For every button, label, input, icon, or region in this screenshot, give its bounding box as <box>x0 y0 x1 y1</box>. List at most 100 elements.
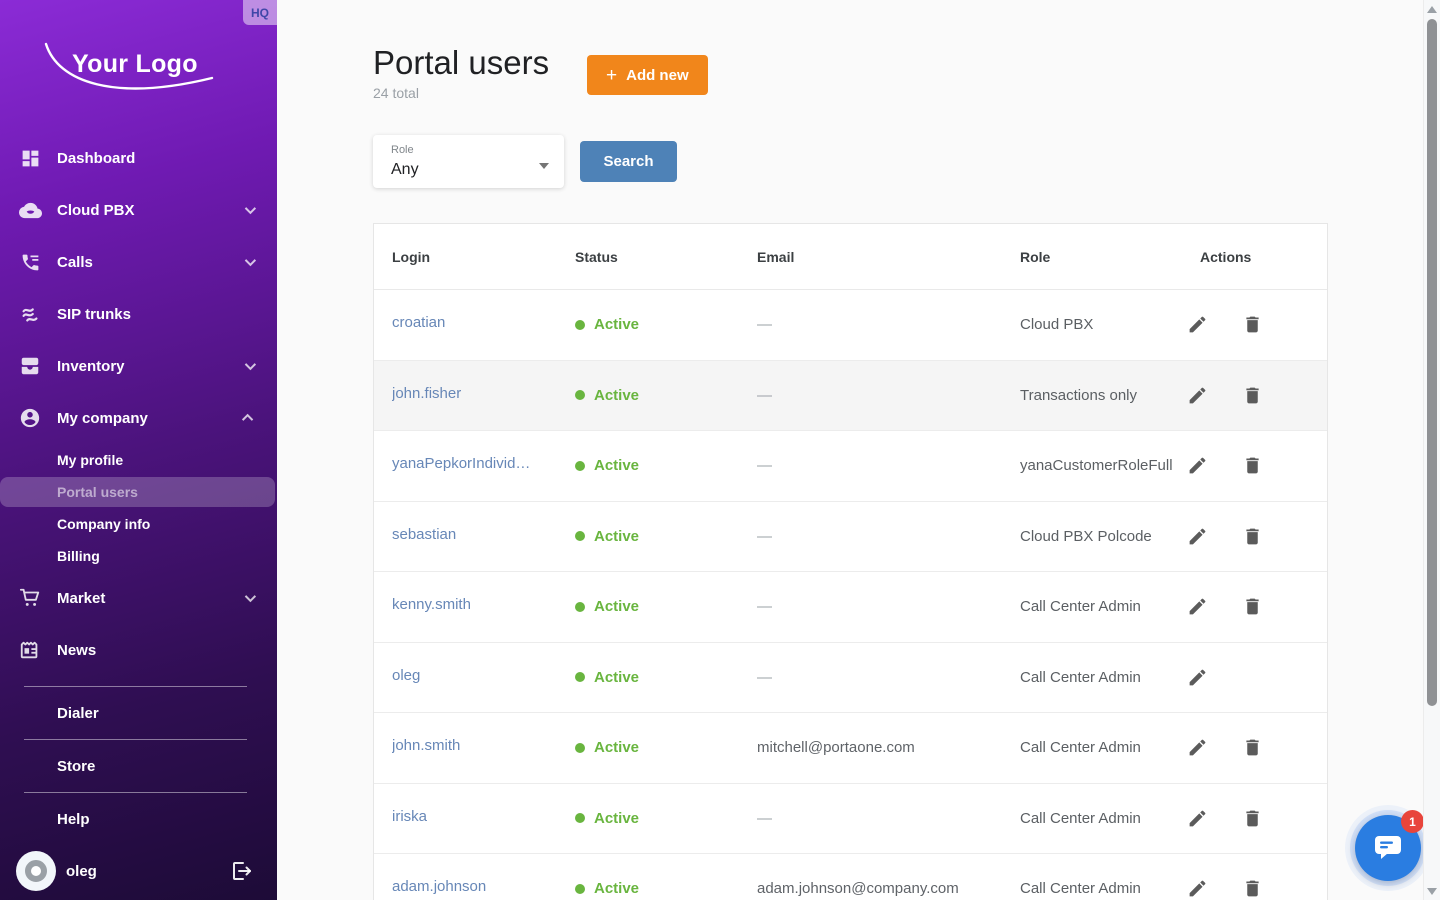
edit-button[interactable] <box>1182 380 1212 410</box>
delete-button[interactable] <box>1237 733 1267 763</box>
edit-button[interactable] <box>1182 451 1212 481</box>
sidebar-item-inventory[interactable]: Inventory <box>0 340 277 392</box>
sidebar-item-company-info[interactable]: Company info <box>0 508 277 540</box>
delete-button[interactable] <box>1237 521 1267 551</box>
login-link[interactable]: john.smith <box>392 737 460 754</box>
edit-icon <box>1187 385 1208 406</box>
scrollbar-thumb[interactable] <box>1427 19 1437 706</box>
sidebar-item-portal-users[interactable]: Portal users <box>0 476 277 508</box>
sidebar-item-market[interactable]: Market <box>0 572 277 624</box>
delete-button[interactable] <box>1237 310 1267 340</box>
sip-trunks-icon <box>18 302 42 326</box>
actions-cell <box>1182 592 1327 622</box>
chevron-down-icon <box>245 359 256 370</box>
login-link[interactable]: oleg <box>392 667 420 684</box>
login-link[interactable]: yanaPepkorIndivid… <box>392 455 530 472</box>
role-text: Call Center Admin <box>1020 669 1141 686</box>
sidebar-item-label: Cloud PBX <box>57 202 135 219</box>
sidebar-item-label: My company <box>57 410 148 427</box>
sidebar-item-calls[interactable]: Calls <box>0 236 277 288</box>
delete-button[interactable] <box>1237 380 1267 410</box>
sidebar-item-label: Market <box>57 590 105 607</box>
sidebar-item-dialer[interactable]: Dialer <box>0 687 277 739</box>
delete-button[interactable] <box>1237 451 1267 481</box>
chat-launcher-button[interactable]: 1 <box>1355 815 1421 881</box>
chevron-down-icon <box>245 203 256 214</box>
trash-icon <box>1242 808 1263 829</box>
sidebar-item-label: SIP trunks <box>57 306 131 323</box>
role-cell: Call Center Admin <box>1002 810 1182 827</box>
hq-badge: HQ <box>243 0 277 25</box>
chevron-down-icon <box>245 255 256 266</box>
login-link[interactable]: sebastian <box>392 526 456 543</box>
delete-button[interactable] <box>1237 592 1267 622</box>
edit-button[interactable] <box>1182 803 1212 833</box>
sidebar-item-my-company[interactable]: My company <box>0 392 277 444</box>
sidebar-item-dashboard[interactable]: Dashboard <box>0 132 277 184</box>
login-cell: adam.johnson <box>374 878 557 899</box>
email-cell: — <box>739 316 1002 333</box>
users-table: Login Status Email Role Actions croatian… <box>373 223 1328 900</box>
status-dot-icon <box>575 531 585 541</box>
email-text: — <box>757 387 772 404</box>
sidebar-user-row: oleg <box>0 845 277 897</box>
edit-button[interactable] <box>1182 874 1212 900</box>
login-link[interactable]: john.fisher <box>392 385 461 402</box>
sidebar-item-label: Inventory <box>57 358 125 375</box>
sidebar-item-cloud-pbx[interactable]: Cloud PBX <box>0 184 277 236</box>
status-cell: Active <box>557 457 739 474</box>
role-select-value: Any <box>391 161 419 179</box>
status-text: Active <box>594 810 639 827</box>
login-link[interactable]: croatian <box>392 314 445 331</box>
status-dot-icon <box>575 320 585 330</box>
edit-button[interactable] <box>1182 521 1212 551</box>
sidebar-item-news[interactable]: News <box>0 624 277 676</box>
trash-icon <box>1242 878 1263 899</box>
logout-button[interactable] <box>229 859 253 883</box>
login-link[interactable]: iriska <box>392 808 427 825</box>
login-link[interactable]: kenny.smith <box>392 596 471 613</box>
email-cell: mitchell@portaone.com <box>739 739 1002 756</box>
sidebar-item-sip-trunks[interactable]: SIP trunks <box>0 288 277 340</box>
role-text: yanaCustomerRoleFull <box>1020 457 1173 474</box>
actions-cell <box>1182 803 1327 833</box>
role-select[interactable]: Role Any <box>373 135 564 188</box>
login-link[interactable]: adam.johnson <box>392 878 486 895</box>
edit-button[interactable] <box>1182 733 1212 763</box>
main-content: Portal users 24 total + Add new Role Any… <box>277 0 1423 900</box>
email-text: — <box>757 810 772 827</box>
role-text: Cloud PBX Polcode <box>1020 528 1152 545</box>
edit-button[interactable] <box>1182 592 1212 622</box>
email-cell: adam.johnson@company.com <box>739 880 1002 897</box>
edit-button[interactable] <box>1182 310 1212 340</box>
sidebar-item-billing[interactable]: Billing <box>0 540 277 572</box>
edit-icon <box>1187 596 1208 617</box>
avatar-ring-icon <box>25 860 47 882</box>
actions-cell <box>1182 310 1327 340</box>
login-cell: john.smith <box>374 737 557 758</box>
status-text: Active <box>594 528 639 545</box>
login-cell: john.fisher <box>374 385 557 406</box>
status-text: Active <box>594 316 639 333</box>
scroll-up-arrow[interactable] <box>1427 6 1437 13</box>
delete-button[interactable] <box>1237 874 1267 900</box>
chevron-down-icon <box>245 591 256 602</box>
edit-button[interactable] <box>1182 662 1212 692</box>
role-text: Transactions only <box>1020 387 1137 404</box>
search-button[interactable]: Search <box>580 141 677 182</box>
actions-cell <box>1182 380 1327 410</box>
scroll-down-arrow[interactable] <box>1427 888 1437 895</box>
avatar <box>16 851 56 891</box>
sidebar-item-store[interactable]: Store <box>0 740 277 792</box>
sidebar-item-help[interactable]: Help <box>0 793 277 845</box>
add-new-button[interactable]: + Add new <box>587 55 708 95</box>
status-text: Active <box>594 598 639 615</box>
table-header: Login Status Email Role Actions <box>374 224 1327 290</box>
delete-button[interactable] <box>1237 803 1267 833</box>
trash-icon <box>1242 737 1263 758</box>
table-body: croatianActive—Cloud PBXjohn.fisherActiv… <box>374 290 1327 900</box>
secondary-item-label: Dialer <box>57 705 99 722</box>
trash-icon <box>1242 596 1263 617</box>
sidebar-item-my-profile[interactable]: My profile <box>0 444 277 476</box>
status-dot-icon <box>575 672 585 682</box>
